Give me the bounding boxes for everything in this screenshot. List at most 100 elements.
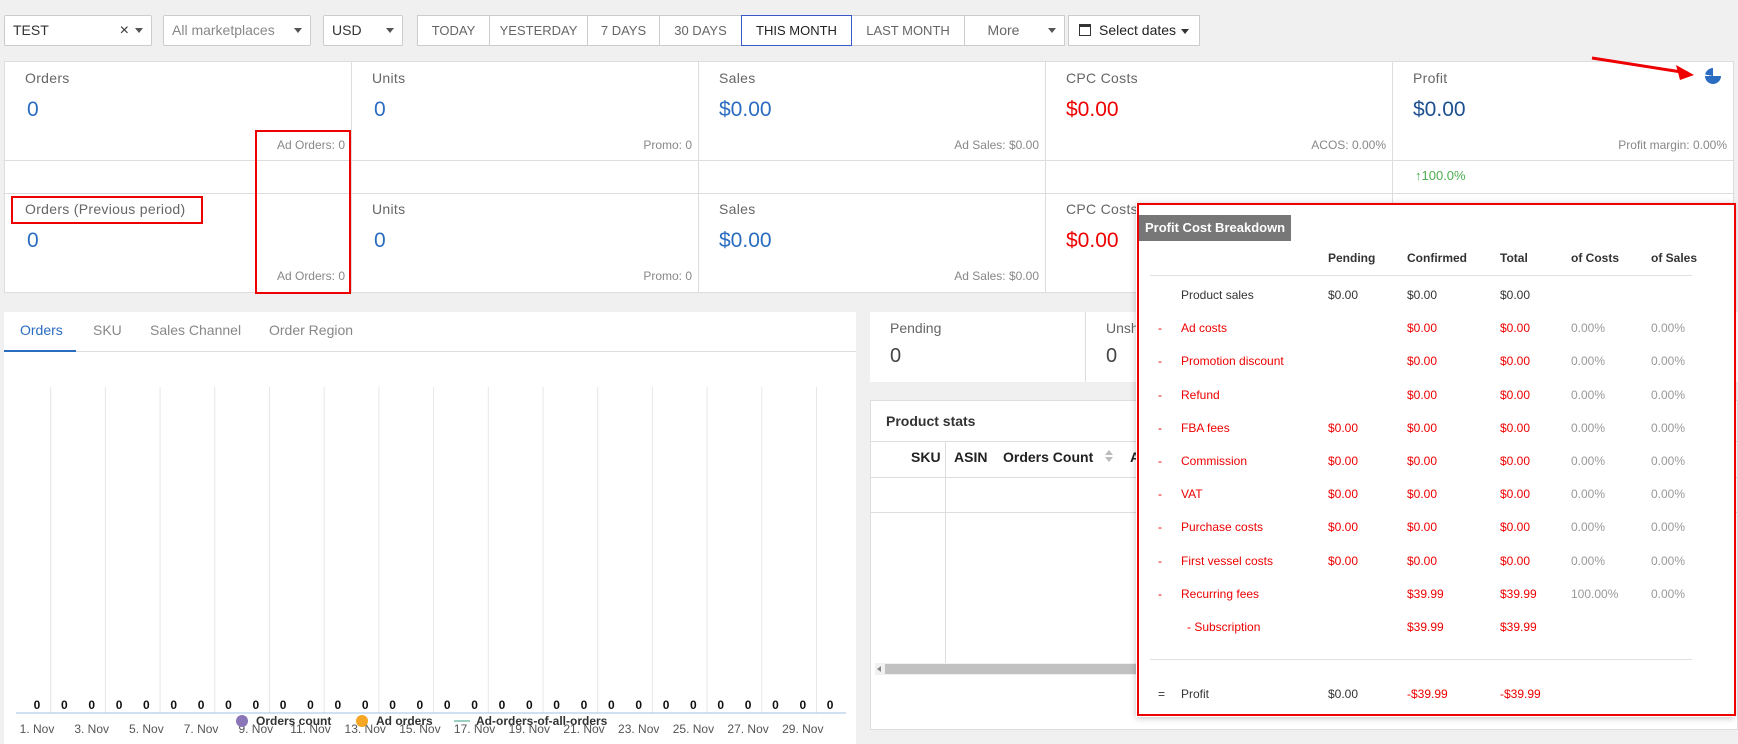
- chevron-down-icon: [386, 28, 394, 33]
- kpi-label: CPC Costs: [1066, 201, 1138, 217]
- annotation-box-ad-orders: [255, 130, 351, 294]
- range-this-month-button[interactable]: THIS MONTH: [741, 15, 852, 46]
- currency-select-value: USD: [332, 22, 362, 38]
- annotation-box-breakdown: [1137, 203, 1736, 716]
- kpi-sub: Ad Sales: $0.00: [954, 269, 1039, 283]
- status-pending-value: 0: [890, 345, 902, 367]
- tab-order-region[interactable]: Order Region: [269, 322, 353, 338]
- legend-label[interactable]: Orders count: [256, 714, 331, 728]
- data-label: 0: [61, 698, 68, 712]
- data-label: 0: [34, 698, 41, 712]
- data-label: 0: [745, 698, 752, 712]
- legend-label[interactable]: Ad orders: [376, 714, 433, 728]
- status-pending-label: Pending: [890, 320, 942, 336]
- chevron-down-icon: [1048, 28, 1056, 33]
- data-label: 0: [170, 698, 177, 712]
- kpi-label: Profit: [1413, 70, 1448, 86]
- tab-sales-channel[interactable]: Sales Channel: [150, 322, 241, 338]
- kpi-value: 0: [374, 98, 386, 121]
- filter-toolbar: TEST × All marketplaces USD TODAY YESTER…: [0, 0, 1738, 62]
- kpi-value: $0.00: [1066, 229, 1119, 252]
- tick-label: 27. Nov: [727, 722, 768, 736]
- data-label: 0: [499, 698, 506, 712]
- legend-label[interactable]: Ad-orders-of-all-orders: [476, 714, 608, 728]
- data-label: 0: [362, 698, 369, 712]
- data-label: 0: [581, 698, 588, 712]
- status-unshipped-value: 0: [1106, 345, 1118, 367]
- divider: [945, 441, 946, 663]
- tick-label: 23. Nov: [618, 722, 659, 736]
- date-range-group: TODAY YESTERDAY 7 DAYS 30 DAYS THIS MONT…: [417, 15, 1065, 46]
- kpi-sub: Profit margin: 0.00%: [1618, 138, 1727, 152]
- currency-select[interactable]: USD: [323, 15, 403, 46]
- column-header-asin[interactable]: ASIN: [954, 449, 987, 465]
- kpi-label: Orders: [25, 70, 70, 86]
- kpi-spacer: [352, 160, 699, 193]
- data-label: 0: [198, 698, 205, 712]
- range-more-button[interactable]: More: [964, 15, 1065, 46]
- tick-label: 3. Nov: [74, 722, 109, 736]
- data-label: 0: [389, 698, 396, 712]
- tick-label: 5. Nov: [129, 722, 164, 736]
- kpi-sales: Sales $0.00 Ad Sales: $0.00: [699, 62, 1046, 160]
- kpi-value: $0.00: [1413, 98, 1466, 121]
- divider: [1085, 312, 1086, 382]
- kpi-value: 0: [374, 229, 386, 252]
- clear-icon[interactable]: ×: [120, 16, 129, 45]
- scroll-left-icon[interactable]: [877, 666, 881, 672]
- tab-orders[interactable]: Orders: [20, 322, 63, 338]
- marketplace-select-value: All marketplaces: [172, 22, 275, 38]
- data-label: 0: [143, 698, 150, 712]
- kpi-value: $0.00: [719, 229, 772, 252]
- kpi-value: $0.00: [719, 98, 772, 121]
- range-today-button[interactable]: TODAY: [417, 15, 490, 46]
- data-label: 0: [827, 698, 834, 712]
- data-label: 0: [444, 698, 451, 712]
- chart-tabs: Orders SKU Sales Channel Order Region: [4, 312, 856, 352]
- account-select-value: TEST: [13, 22, 49, 38]
- data-label: 0: [635, 698, 642, 712]
- profit-growth: ↑100.0%: [1415, 168, 1466, 183]
- tick-label: 25. Nov: [673, 722, 714, 736]
- kpi-sub: ACOS: 0.00%: [1311, 138, 1386, 152]
- legend-marker[interactable]: [356, 715, 368, 727]
- tick-label: 29. Nov: [782, 722, 823, 736]
- tab-sku[interactable]: SKU: [93, 322, 122, 338]
- chevron-down-icon: [1181, 29, 1189, 34]
- chevron-down-icon: [294, 28, 302, 33]
- range-yesterday-button[interactable]: YESTERDAY: [489, 15, 588, 46]
- kpi-sub: Promo: 0: [643, 269, 692, 283]
- column-header-sku[interactable]: SKU: [911, 449, 941, 465]
- select-dates-button[interactable]: Select dates: [1068, 15, 1200, 46]
- kpi-value: 0: [27, 98, 39, 121]
- range-30-days-button[interactable]: 30 DAYS: [659, 15, 742, 46]
- range-more-label: More: [987, 22, 1020, 38]
- data-label: 0: [417, 698, 424, 712]
- data-label: 0: [471, 698, 478, 712]
- marketplace-select[interactable]: All marketplaces: [163, 15, 311, 46]
- data-label: 0: [717, 698, 724, 712]
- data-label: 0: [307, 698, 314, 712]
- data-label: 0: [280, 698, 287, 712]
- range-7-days-button[interactable]: 7 DAYS: [587, 15, 660, 46]
- tick-label: 7. Nov: [184, 722, 219, 736]
- account-select[interactable]: TEST ×: [4, 15, 152, 46]
- legend-marker[interactable]: [236, 715, 248, 727]
- range-last-month-button[interactable]: LAST MONTH: [851, 15, 965, 46]
- chevron-down-icon: [135, 28, 143, 33]
- product-stats-title: Product stats: [886, 413, 976, 429]
- data-label: 0: [663, 698, 670, 712]
- chart-card: Orders SKU Sales Channel Order Region 0 0…: [4, 312, 856, 744]
- data-label: 0: [799, 698, 806, 712]
- column-header-orders-count[interactable]: Orders Count: [1003, 449, 1093, 465]
- sort-icon[interactable]: [1105, 450, 1113, 462]
- kpi-units-previous: Units 0 Promo: 0: [352, 193, 699, 292]
- data-label: 0: [116, 698, 123, 712]
- annotation-arrow: [1591, 56, 1694, 80]
- status-unshipped-label: Unsh: [1106, 320, 1139, 336]
- kpi-label: Sales: [719, 70, 756, 86]
- data-label: 0: [335, 698, 342, 712]
- kpi-label: CPC Costs: [1066, 70, 1138, 86]
- data-label: 0: [690, 698, 697, 712]
- kpi-sub: Promo: 0: [643, 138, 692, 152]
